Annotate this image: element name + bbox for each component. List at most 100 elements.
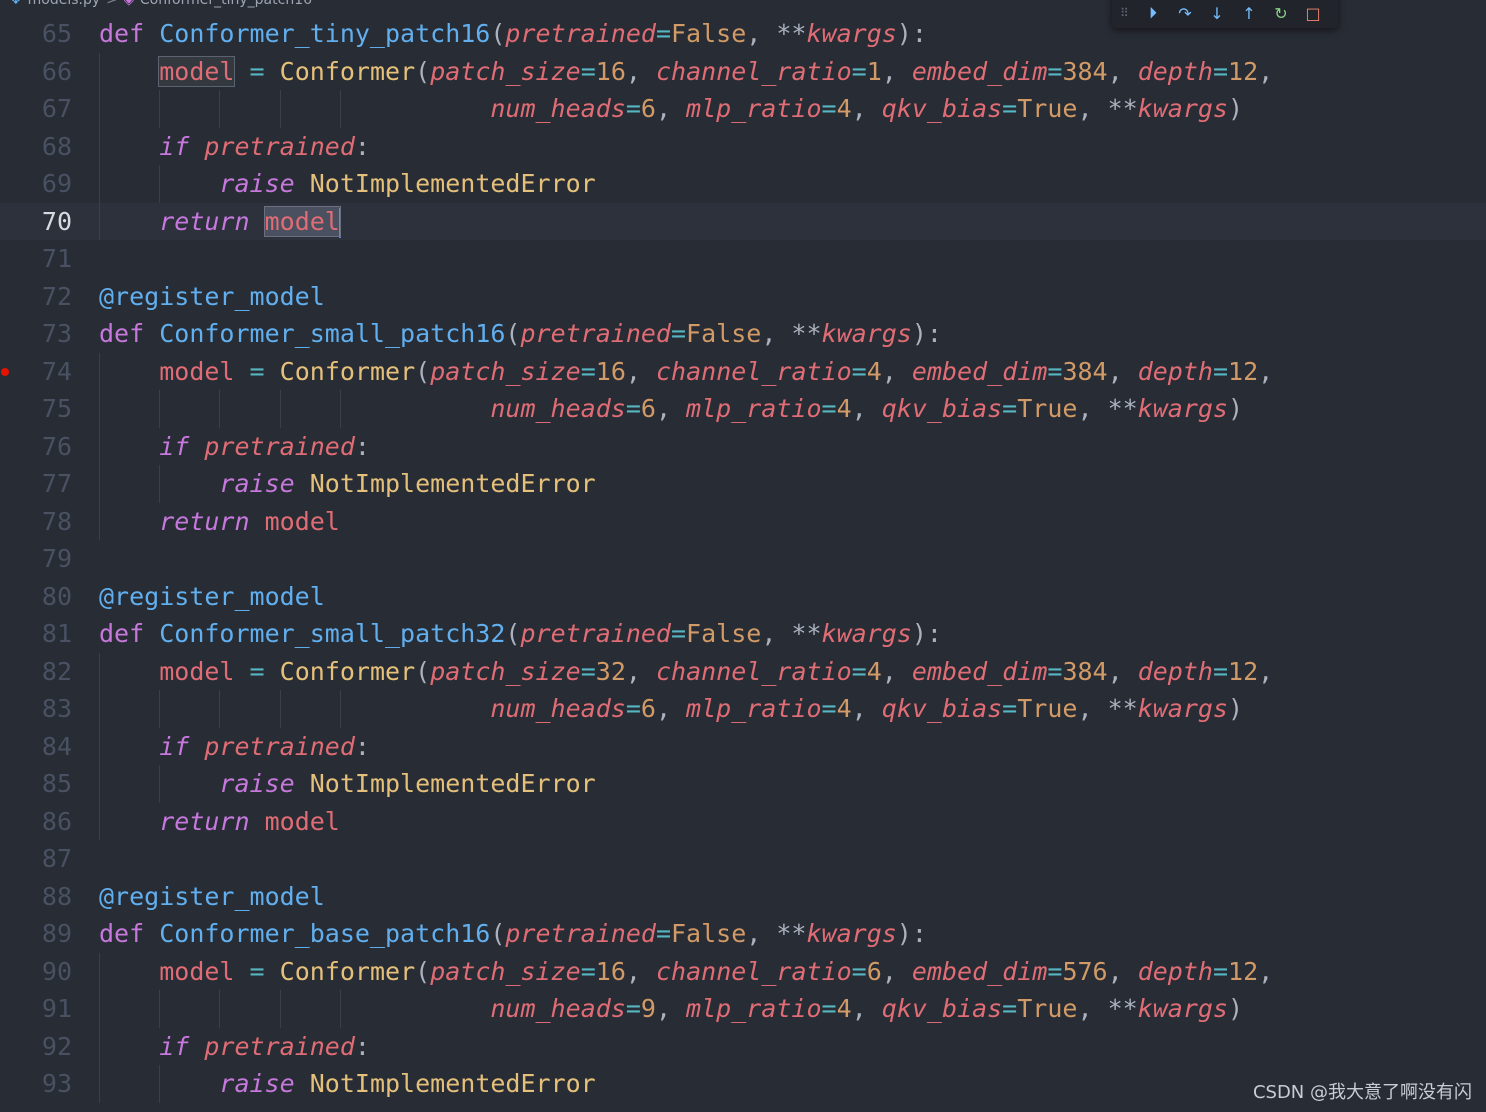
code-line[interactable]: 71 <box>0 240 1486 278</box>
code-token: , <box>1107 56 1138 86</box>
code-line[interactable]: 67 num_heads=6, mlp_ratio=4, qkv_bias=Tr… <box>0 90 1486 128</box>
code-token: mlp_ratio <box>686 994 822 1023</box>
code-token: = <box>670 619 687 648</box>
code-token: ): <box>911 319 942 348</box>
code-text[interactable]: raise NotImplementedError <box>99 765 595 803</box>
code-text[interactable]: raise NotImplementedError <box>99 1065 595 1103</box>
code-text[interactable]: def Conformer_base_patch16(pretrained=Fa… <box>99 915 927 953</box>
code-token: = <box>1002 94 1018 123</box>
code-text[interactable]: model = Conformer(patch_size=16, channel… <box>99 353 1273 391</box>
code-editor[interactable]: 65 def Conformer_tiny_patch16(pretrained=… <box>0 15 1486 1103</box>
code-line[interactable]: 78 return model <box>0 502 1486 541</box>
code-text[interactable]: @register_model <box>99 878 325 916</box>
code-text[interactable]: return model <box>99 503 340 541</box>
code-token: pretrained <box>505 19 656 48</box>
code-text[interactable]: if pretrained: <box>99 728 370 766</box>
code-text[interactable]: model = Conformer(patch_size=16, channel… <box>99 53 1273 91</box>
breadcrumb[interactable]: ❖ models.py > ◈ Conformer_tiny_patch16 <box>0 0 312 12</box>
code-line[interactable]: 84 if pretrained: <box>0 727 1486 766</box>
code-text[interactable]: return model <box>99 203 341 241</box>
code-token: , <box>881 956 912 986</box>
code-text[interactable]: def Conformer_small_patch32(pretrained=F… <box>99 615 942 653</box>
code-token: ( <box>415 56 431 86</box>
code-text[interactable]: num_heads=9, mlp_ratio=4, qkv_bias=True,… <box>99 990 1243 1028</box>
code-text[interactable]: @register_model <box>99 578 325 616</box>
line-number: 80 <box>41 581 72 611</box>
code-token: Conformer_tiny_patch16 <box>159 19 491 48</box>
code-line[interactable]: 80 @register_model <box>0 578 1486 616</box>
line-number: 91 <box>41 994 72 1023</box>
code-line[interactable]: 70 return model <box>0 202 1486 241</box>
code-token: depth <box>1137 356 1213 386</box>
code-line[interactable]: 75 num_heads=6, mlp_ratio=4, qkv_bias=Tr… <box>0 390 1486 428</box>
code-line[interactable]: 82 model = Conformer(patch_size=32, chan… <box>0 652 1486 691</box>
code-text[interactable]: num_heads=6, mlp_ratio=4, qkv_bias=True,… <box>99 690 1243 728</box>
code-token: model <box>159 656 235 686</box>
code-token: ( <box>505 619 521 648</box>
code-token: Conformer <box>279 656 416 686</box>
code-line[interactable]: 91 num_heads=9, mlp_ratio=4, qkv_bias=Tr… <box>0 990 1486 1028</box>
code-line[interactable]: 73 def Conformer_small_patch16(pretrained… <box>0 315 1486 353</box>
code-token: , <box>1077 94 1108 123</box>
code-text[interactable]: model = Conformer(patch_size=32, channel… <box>99 653 1273 691</box>
code-text[interactable]: @register_model <box>99 278 325 316</box>
breadcrumb-symbol[interactable]: Conformer_tiny_patch16 <box>140 0 312 8</box>
code-line[interactable]: 69 raise NotImplementedError <box>0 165 1486 203</box>
code-text[interactable]: model = Conformer(patch_size=16, channel… <box>99 953 1273 991</box>
code-text[interactable]: raise NotImplementedError <box>99 165 595 203</box>
code-line[interactable]: 86 return model <box>0 802 1486 841</box>
code-token: , <box>761 619 792 648</box>
code-line[interactable]: 83 num_heads=6, mlp_ratio=4, qkv_bias=Tr… <box>0 690 1486 728</box>
code-text[interactable]: def Conformer_small_patch16(pretrained=F… <box>99 315 942 353</box>
code-token: if <box>159 131 190 161</box>
code-line[interactable]: 90 model = Conformer(patch_size=16, chan… <box>0 952 1486 991</box>
line-number: 79 <box>41 544 72 573</box>
code-text[interactable]: return model <box>99 803 340 841</box>
code-token: kwargs <box>806 919 897 948</box>
line-number: 75 <box>41 394 72 423</box>
code-token: if <box>159 731 190 761</box>
code-token: True <box>1017 94 1078 123</box>
code-line[interactable]: 81 def Conformer_small_patch32(pretrained… <box>0 615 1486 653</box>
code-token: 4 <box>866 656 882 686</box>
code-token: model <box>264 806 340 836</box>
code-line[interactable]: 72 @register_model <box>0 278 1486 316</box>
code-line[interactable]: 68 if pretrained: <box>0 127 1486 166</box>
code-text[interactable]: num_heads=6, mlp_ratio=4, qkv_bias=True,… <box>99 90 1243 128</box>
code-line[interactable]: 89 def Conformer_base_patch16(pretrained=… <box>0 915 1486 953</box>
code-token: = <box>1212 656 1229 686</box>
code-line[interactable]: 79 <box>0 540 1486 578</box>
breadcrumb-file[interactable]: models.py <box>28 0 101 8</box>
code-token: , <box>851 994 882 1023</box>
code-token: kwargs <box>806 19 897 48</box>
code-token: mlp_ratio <box>686 394 822 423</box>
code-line[interactable]: 88 @register_model <box>0 878 1486 916</box>
code-token: False <box>671 19 747 48</box>
code-token: = <box>625 394 641 423</box>
code-text[interactable]: if pretrained: <box>99 1028 370 1066</box>
code-line[interactable]: 76 if pretrained: <box>0 427 1486 466</box>
code-token: raise <box>219 169 295 198</box>
code-text[interactable]: def Conformer_tiny_patch16(pretrained=Fa… <box>99 15 927 53</box>
code-token: , <box>1258 956 1274 986</box>
code-text[interactable]: num_heads=6, mlp_ratio=4, qkv_bias=True,… <box>99 390 1243 428</box>
code-line[interactable]: 92 if pretrained: <box>0 1027 1486 1066</box>
line-number: 74 <box>41 356 72 386</box>
code-line[interactable]: 85 raise NotImplementedError <box>0 765 1486 803</box>
code-line[interactable]: 66 model = Conformer(patch_size=16, chan… <box>0 52 1486 91</box>
code-text[interactable]: raise NotImplementedError <box>99 465 595 503</box>
code-text[interactable]: if pretrained: <box>99 428 370 466</box>
code-line[interactable]: 65 def Conformer_tiny_patch16(pretrained=… <box>0 15 1486 53</box>
code-line[interactable]: 77 raise NotImplementedError <box>0 465 1486 503</box>
code-line[interactable]: 74 model = Conformer(patch_size=16, chan… <box>0 352 1486 391</box>
code-token: ( <box>415 656 431 686</box>
code-token: , <box>1258 656 1274 686</box>
code-text[interactable]: if pretrained: <box>99 128 370 166</box>
code-token: depth <box>1137 656 1213 686</box>
code-line[interactable]: 87 <box>0 840 1486 878</box>
